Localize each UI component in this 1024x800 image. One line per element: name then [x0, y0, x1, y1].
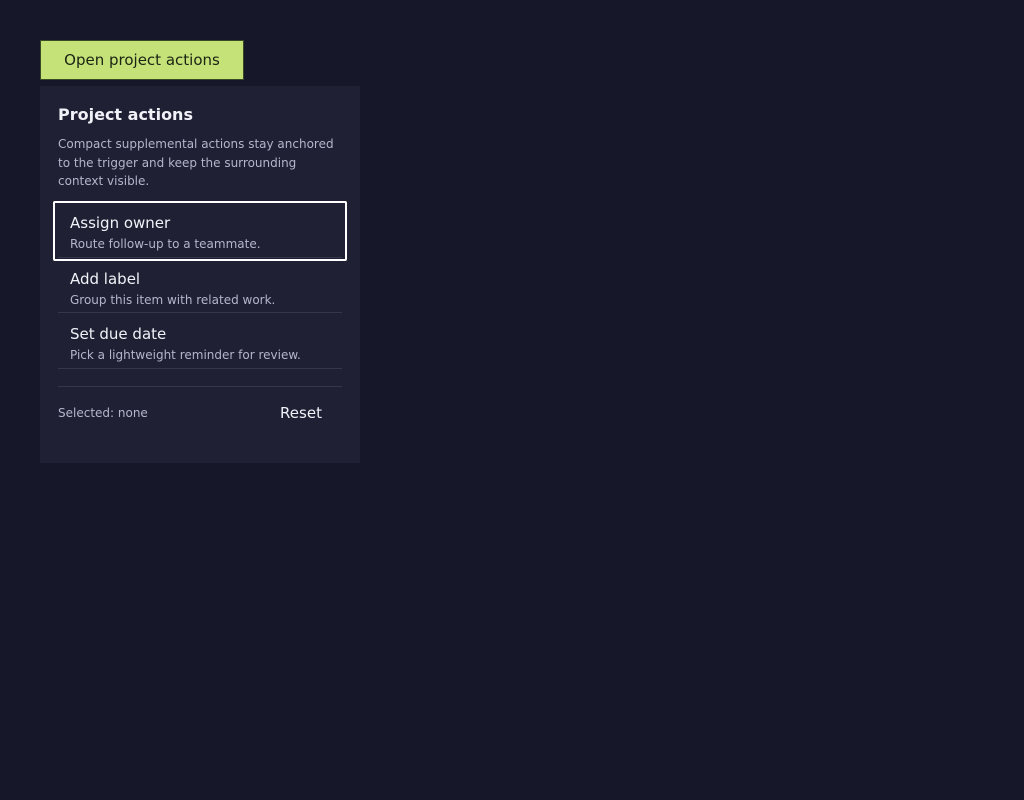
panel-footer: Selected: none Reset — [58, 386, 342, 447]
action-item-description: Group this item with related work. — [70, 292, 276, 307]
action-item-assign-owner[interactable]: Assign owner Route follow-up to a teamma… — [53, 201, 347, 260]
action-item-set-due-date[interactable]: Set due date Pick a lightweight reminder… — [58, 313, 342, 369]
open-project-actions-button[interactable]: Open project actions — [40, 40, 244, 80]
project-actions-panel: Project actions Compact supplemental act… — [40, 86, 360, 463]
action-item-description: Pick a lightweight reminder for review. — [70, 348, 301, 362]
panel-description: Compact supplemental actions stay anchor… — [58, 137, 334, 188]
action-item-description: Route follow-up to a teammate. — [70, 237, 261, 251]
action-item-add-label[interactable]: Add label Group this item with related w… — [58, 258, 342, 313]
action-item-title: Assign owner — [70, 214, 171, 232]
reset-button[interactable]: Reset — [260, 397, 342, 429]
action-list: Assign owner Route follow-up to a teamma… — [53, 201, 347, 369]
action-item-title: Set due date — [70, 325, 167, 343]
selected-status: Selected: none — [58, 406, 148, 420]
action-item-title: Add label — [70, 269, 141, 288]
panel-title: Project actions — [58, 105, 193, 124]
